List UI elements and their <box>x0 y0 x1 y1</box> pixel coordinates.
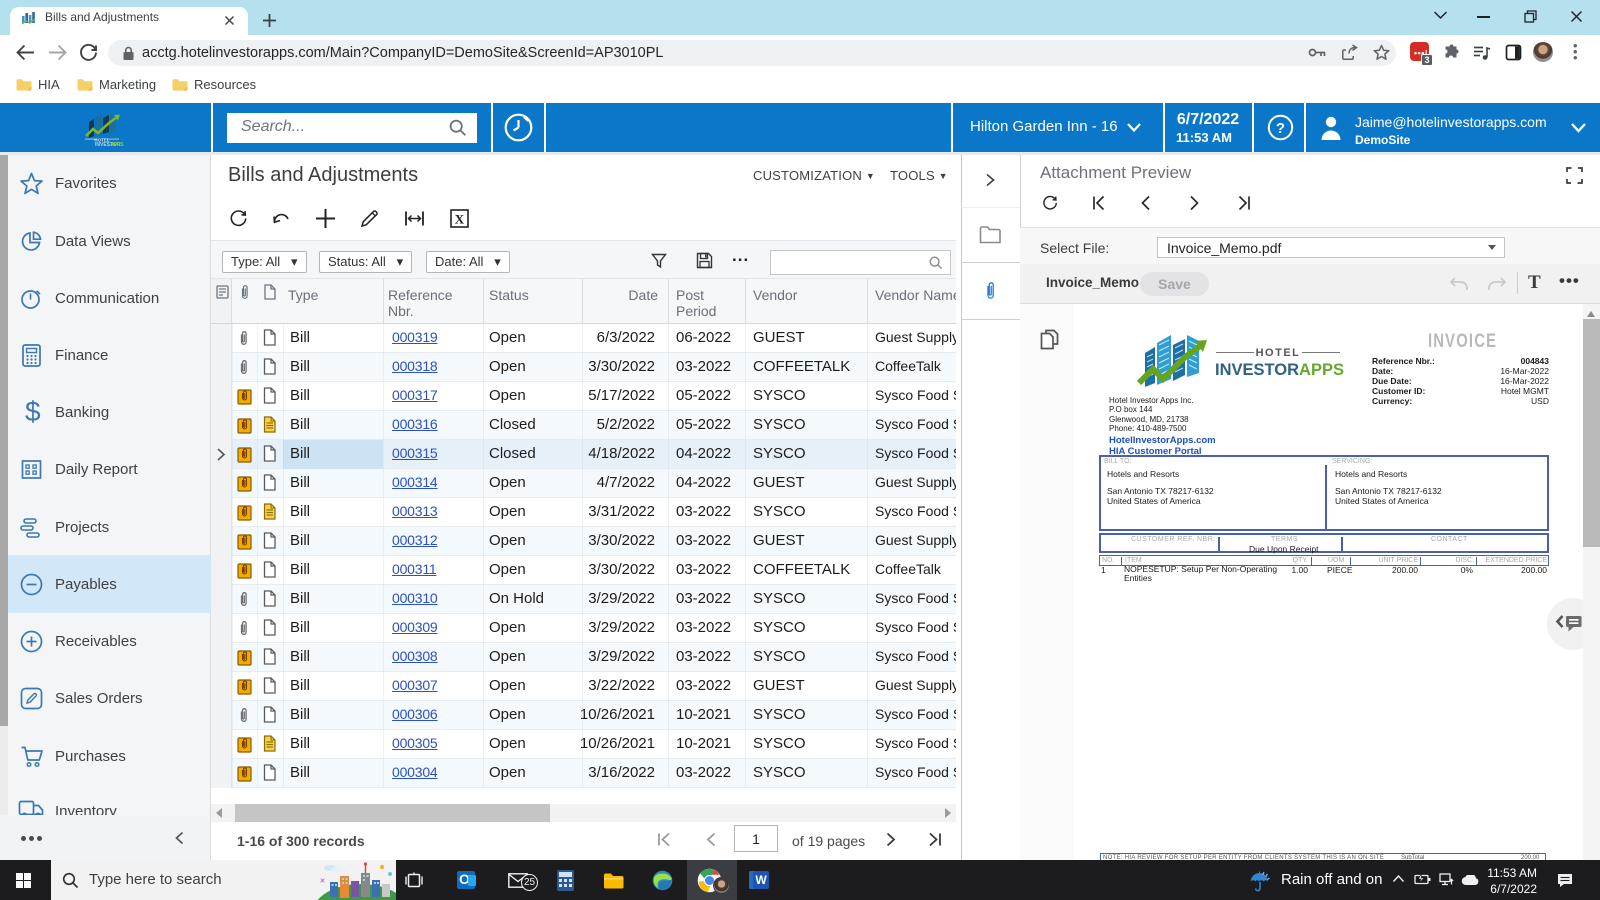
svg-text:APPS: APPS <box>110 142 124 146</box>
svg-text:?: ? <box>1276 120 1285 137</box>
svg-text:X: X <box>455 212 465 227</box>
